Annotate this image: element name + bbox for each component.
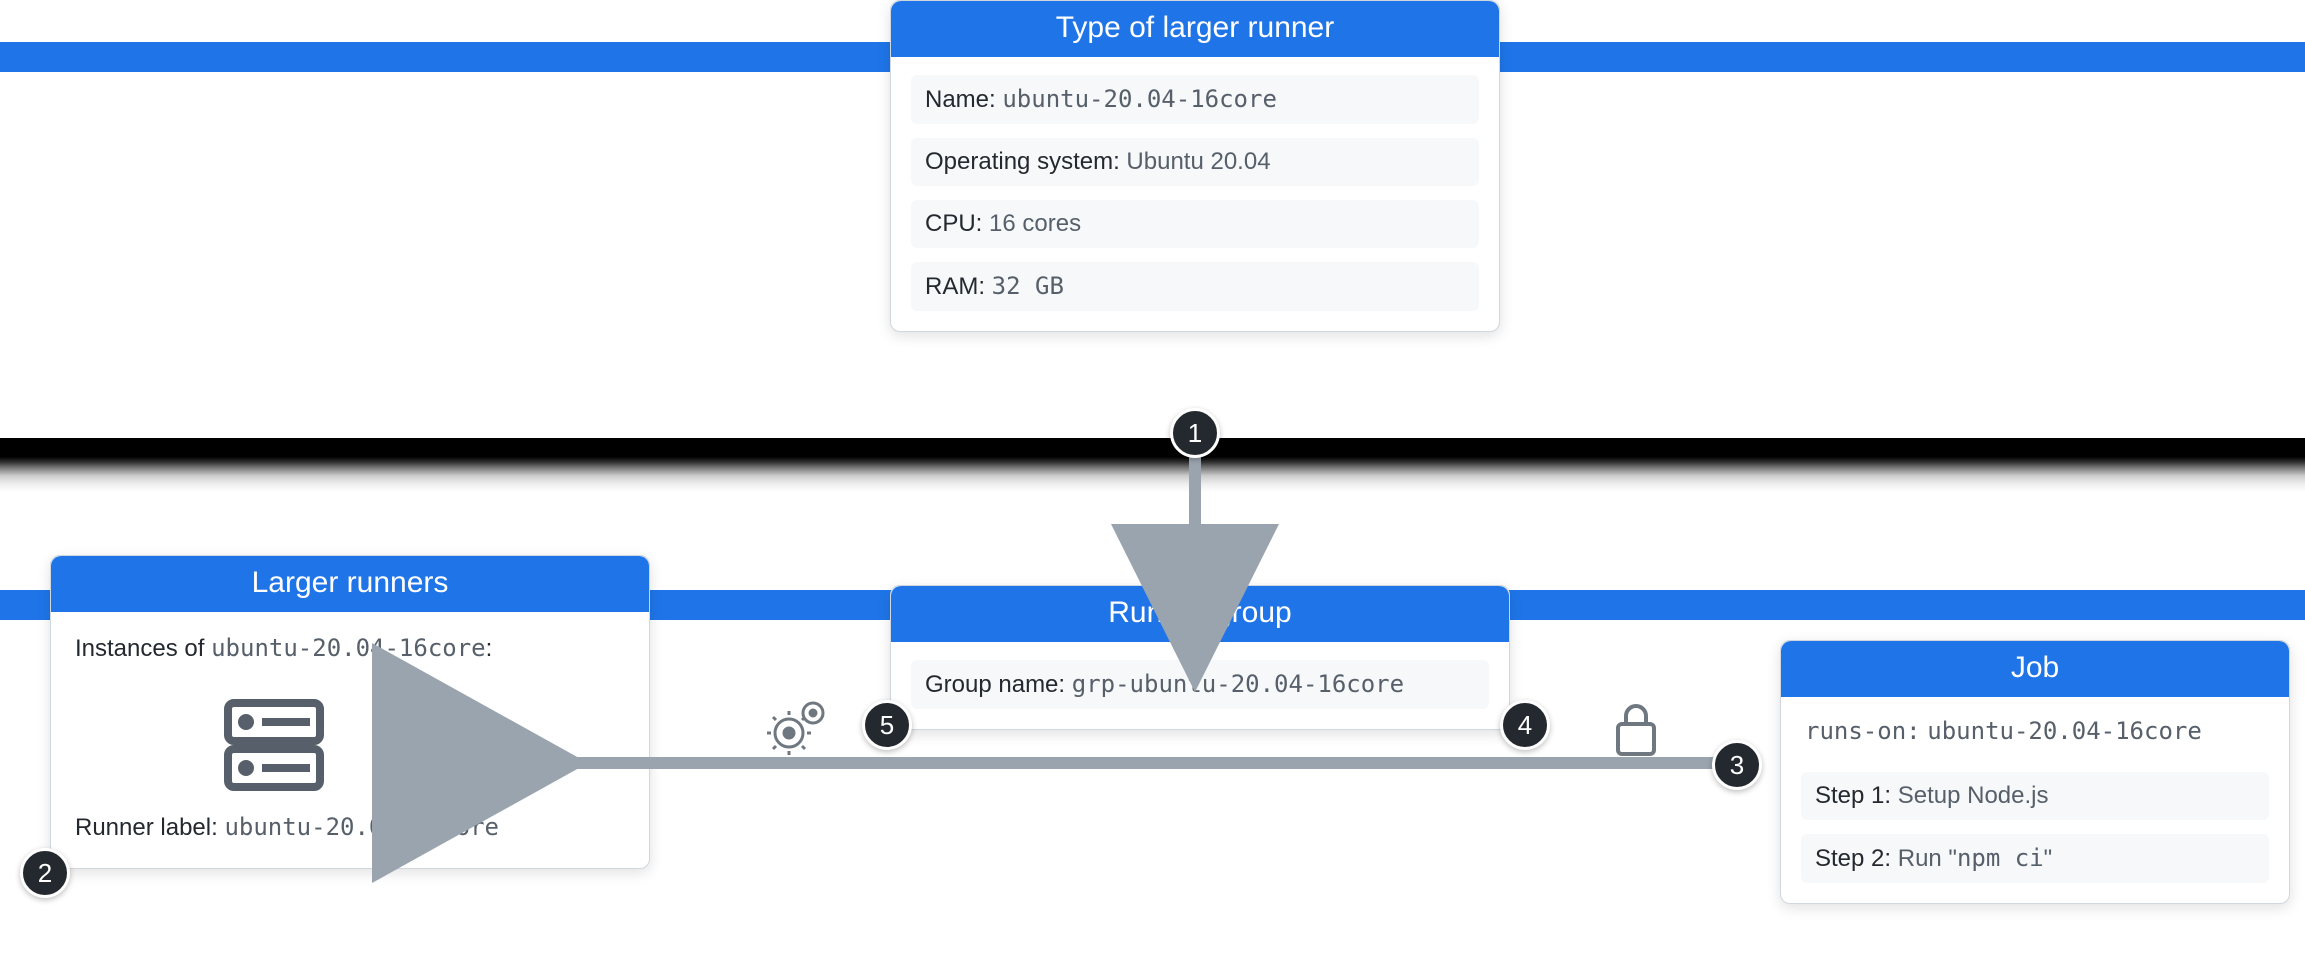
lock-icon <box>1610 700 1662 763</box>
type-card-title: Type of larger runner <box>891 1 1499 57</box>
runs-on-value: ubuntu-20.04-16core <box>1927 717 2202 745</box>
instances-label: Instances of <box>75 635 204 662</box>
instances-suffix: : <box>486 635 493 662</box>
step2-cmd: npm ci <box>1957 844 2044 872</box>
step1-label: Step 1: <box>1815 782 1891 809</box>
runner-label-value: ubuntu-20.04-16core <box>224 813 499 841</box>
type-name-row: Name: ubuntu-20.04-16core <box>911 75 1479 124</box>
step1-value: Setup Node.js <box>1898 782 2049 809</box>
step2-label: Step 2: <box>1815 845 1891 872</box>
runner-group-title: Runner group <box>891 586 1509 642</box>
group-name-value: grp-ubuntu-20.04-16core <box>1072 670 1404 698</box>
badge-4: 4 <box>1500 700 1550 750</box>
badge-5: 5 <box>862 700 912 750</box>
badge-2-label: 2 <box>38 858 52 889</box>
type-ram-value: 32 GB <box>992 272 1064 300</box>
badge-3: 3 <box>1712 740 1762 790</box>
step2-suffix: " <box>2044 845 2053 872</box>
runner-group-card: Runner group Group name: grp-ubuntu-20.0… <box>890 585 1510 730</box>
step2-prefix: Run " <box>1898 845 1957 872</box>
server-icon <box>220 695 328 795</box>
job-card: Job runs-on: ubuntu-20.04-16core Step 1:… <box>1780 640 2290 904</box>
runs-on-row: runs-on: ubuntu-20.04-16core <box>1801 715 2269 758</box>
group-name-label: Group name: <box>925 671 1065 698</box>
type-name-value: ubuntu-20.04-16core <box>1002 85 1277 113</box>
type-cpu-value: 16 cores <box>989 210 1081 237</box>
instances-value: ubuntu-20.04-16core <box>211 634 486 662</box>
background-gradient-band <box>0 438 2305 492</box>
badge-1-label: 1 <box>1188 418 1202 449</box>
larger-runners-title: Larger runners <box>51 556 649 612</box>
type-os-value: Ubuntu 20.04 <box>1126 148 1270 175</box>
type-cpu-label: CPU: <box>925 210 982 237</box>
gears-icon <box>765 695 835 762</box>
server-icon <box>372 695 480 795</box>
type-os-label: Operating system: <box>925 148 1120 175</box>
badge-4-label: 4 <box>1518 710 1532 741</box>
badge-3-label: 3 <box>1730 750 1744 781</box>
runs-on-label: runs-on: <box>1805 717 1921 745</box>
badge-1: 1 <box>1170 408 1220 458</box>
badge-2: 2 <box>20 848 70 898</box>
runner-label-label: Runner label: <box>75 814 218 841</box>
type-cpu-row: CPU: 16 cores <box>911 200 1479 248</box>
step2-row: Step 2: Run "npm ci" <box>1801 834 2269 883</box>
instances-row: Instances of ubuntu-20.04-16core: <box>71 630 629 663</box>
badge-5-label: 5 <box>880 710 894 741</box>
job-title: Job <box>1781 641 2289 697</box>
type-of-larger-runner-card: Type of larger runner Name: ubuntu-20.04… <box>890 0 1500 332</box>
type-ram-row: RAM: 32 GB <box>911 262 1479 311</box>
step1-row: Step 1: Setup Node.js <box>1801 772 2269 820</box>
type-name-label: Name: <box>925 86 996 113</box>
type-os-row: Operating system: Ubuntu 20.04 <box>911 138 1479 186</box>
type-ram-label: RAM: <box>925 273 985 300</box>
server-icons-row <box>71 677 629 813</box>
larger-runners-card: Larger runners Instances of ubuntu-20.04… <box>50 555 650 869</box>
runner-label-row: Runner label: ubuntu-20.04-16core <box>71 813 629 848</box>
group-name-row: Group name: grp-ubuntu-20.04-16core <box>911 660 1489 709</box>
